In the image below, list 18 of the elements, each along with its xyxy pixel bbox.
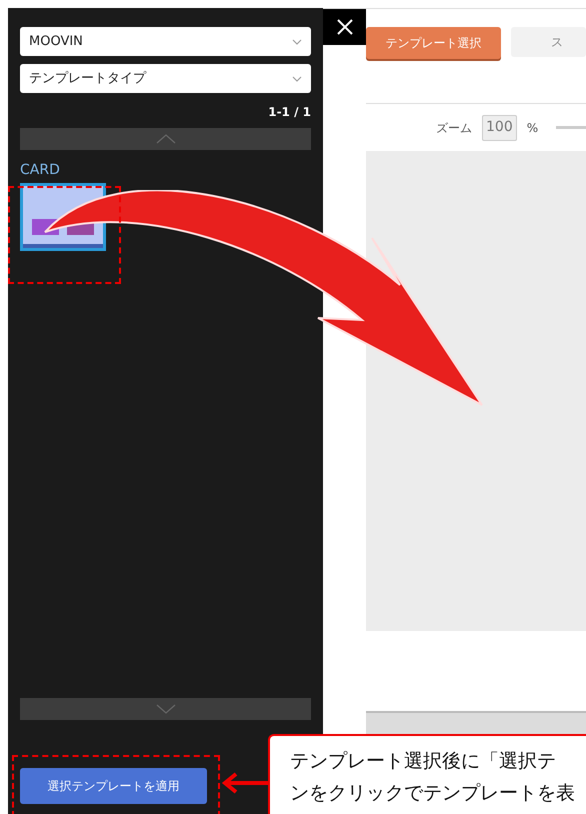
close-button[interactable] bbox=[323, 8, 366, 45]
chevron-down-icon bbox=[292, 38, 302, 44]
close-icon bbox=[336, 18, 352, 34]
category-label: CARD bbox=[20, 161, 61, 179]
chevron-up-icon bbox=[156, 134, 176, 144]
zoom-label: ズーム bbox=[436, 120, 472, 136]
callout-text: テンプレート選択後に「選択テ bbox=[290, 749, 557, 774]
dropdown-field[interactable]: MOOVIN bbox=[20, 27, 311, 56]
chevron-down-icon bbox=[156, 704, 176, 714]
toolbar-tab[interactable]: テンプレート選択 bbox=[366, 27, 501, 59]
toolbar-tab[interactable]: ス bbox=[510, 27, 586, 57]
apply-template-button[interactable]: 選択テンプレートを適用 bbox=[20, 768, 207, 804]
callout-text: ンをクリックでテンプレートを表 bbox=[290, 781, 576, 806]
page-count: 1-1 / 1 bbox=[268, 104, 311, 121]
chevron-down-icon bbox=[292, 76, 302, 82]
zoom-field[interactable]: 100 bbox=[482, 114, 517, 140]
zoom-unit: % bbox=[526, 120, 538, 136]
dropdown-field[interactable]: テンプレートタイプ bbox=[20, 64, 311, 93]
